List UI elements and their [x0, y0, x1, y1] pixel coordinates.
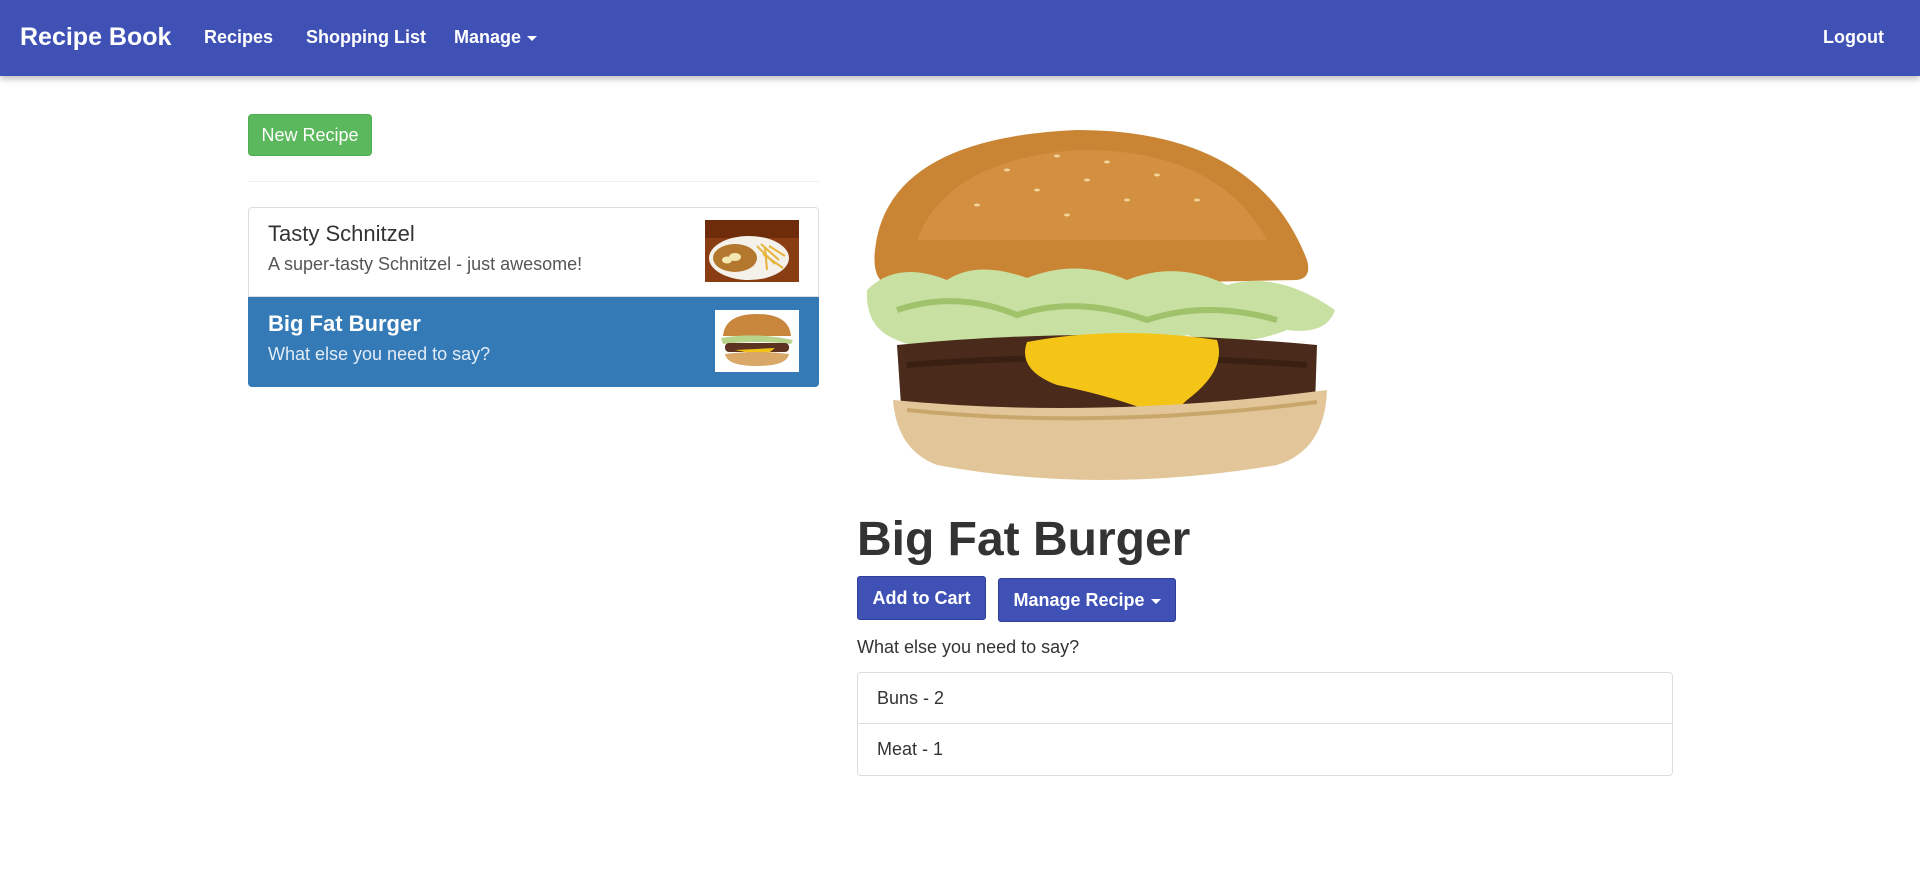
- manage-recipe-label: Manage Recipe: [1013, 590, 1145, 610]
- recipe-item-name: Tasty Schnitzel: [268, 221, 415, 246]
- nav-manage-dropdown[interactable]: Manage: [454, 26, 538, 48]
- recipe-detail-title: Big Fat Burger: [857, 513, 1191, 566]
- recipe-item-description: A super-tasty Schnitzel - just awesome!: [268, 254, 583, 274]
- new-recipe-button[interactable]: New Recipe: [248, 114, 372, 156]
- recipe-item-description: What else you need to say?: [268, 344, 491, 364]
- nav-shopping-list-link[interactable]: Shopping List: [306, 26, 426, 48]
- manage-recipe-dropdown-button[interactable]: Manage Recipe: [998, 578, 1176, 622]
- top-navbar: Recipe Book Recipes Shopping List Manage…: [0, 0, 1920, 76]
- burger-thumbnail-image: [715, 310, 799, 372]
- nav-logout-link[interactable]: Logout: [1823, 26, 1884, 48]
- burger-hero-image: [866, 130, 1335, 480]
- recipe-list-item-burger[interactable]: Big Fat Burger What else you need to say…: [248, 297, 819, 387]
- brand-link[interactable]: Recipe Book: [20, 20, 171, 54]
- caret-down-icon: [1150, 598, 1161, 604]
- nav-recipes-link[interactable]: Recipes: [204, 26, 273, 48]
- ingredients-list: Buns - 2 Meat - 1: [857, 672, 1673, 776]
- schnitzel-thumbnail-image: [705, 220, 799, 282]
- caret-down-icon: [527, 35, 538, 41]
- nav-manage-label: Manage: [454, 27, 522, 47]
- recipe-list-item-schnitzel[interactable]: Tasty Schnitzel A super-tasty Schnitzel …: [248, 207, 819, 297]
- recipe-detail-description: What else you need to say?: [857, 637, 1080, 657]
- ingredient-item[interactable]: Meat - 1: [857, 724, 1673, 776]
- add-to-cart-button[interactable]: Add to Cart: [857, 576, 986, 620]
- schnitzel-thumbnail: [705, 220, 799, 282]
- ingredient-item[interactable]: Buns - 2: [857, 672, 1673, 724]
- burger-image: [857, 120, 1357, 490]
- recipe-item-name: Big Fat Burger: [268, 311, 421, 336]
- burger-thumbnail: [715, 310, 799, 372]
- divider: [248, 181, 819, 182]
